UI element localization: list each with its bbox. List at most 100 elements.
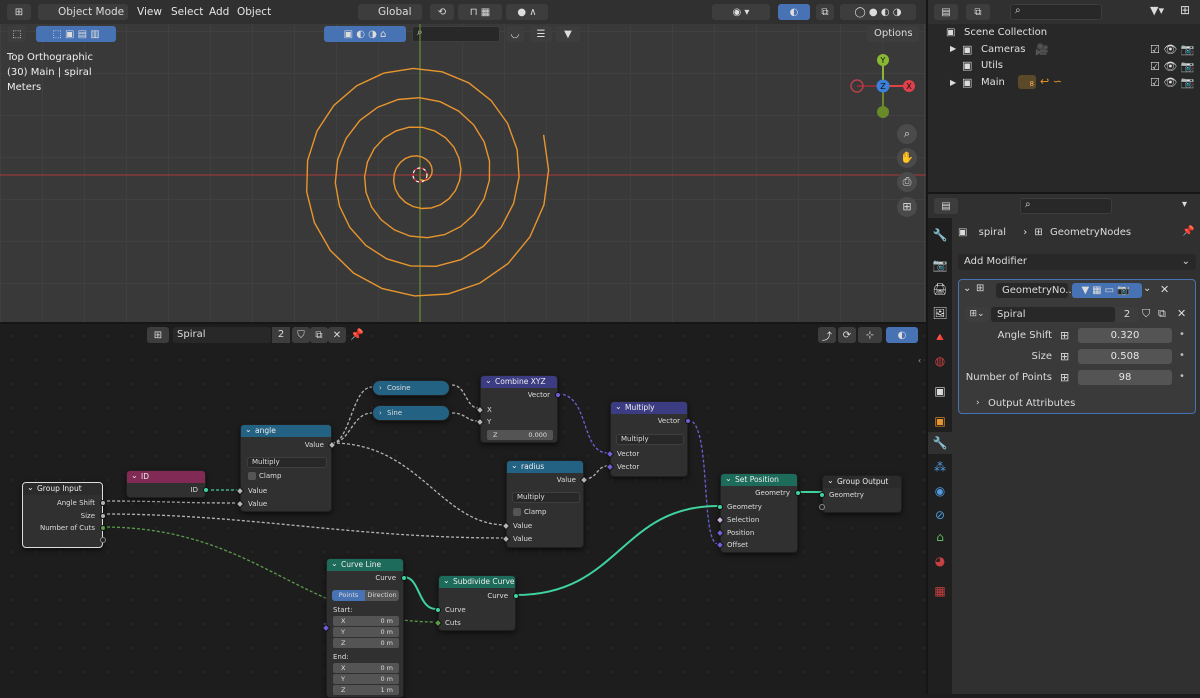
id-node[interactable]: ID ID: [126, 470, 209, 498]
navigation-gizmo[interactable]: Y Z X: [846, 50, 920, 122]
subdivide-curve-node[interactable]: Subdivide Curve Curve Curve Cuts: [433, 575, 519, 631]
outliner-item-utils[interactable]: Utils: [981, 60, 1003, 71]
node-group-users-field[interactable]: 2: [1116, 307, 1138, 322]
collection-tab-icon[interactable]: ▣: [931, 382, 949, 400]
socket[interactable]: [819, 492, 825, 498]
attribute-toggle-icon[interactable]: ⊞: [1060, 329, 1069, 342]
combine-xyz-node[interactable]: Combine XYZ Vector X Y Z 0.000: [475, 375, 561, 443]
properties-search-input[interactable]: ⌕: [1020, 198, 1112, 214]
viewport-visibility-icon[interactable]: ◉ ▾: [712, 4, 770, 20]
object-tab-icon[interactable]: ▣: [931, 412, 949, 430]
node-group-select[interactable]: ⊞⌄: [965, 307, 989, 322]
menu-object[interactable]: Object: [237, 6, 271, 18]
world-tab-icon[interactable]: ◍: [931, 352, 949, 370]
expand-arrow-icon[interactable]: ▶: [950, 44, 956, 53]
socket[interactable]: [100, 513, 106, 519]
modifier-toggle-buttons[interactable]: ▼▦▭📷: [1072, 283, 1142, 298]
curve-line-mode-points[interactable]: Points: [332, 590, 365, 601]
constraints-tab-icon[interactable]: ⊘: [931, 506, 949, 524]
modifier-wrench-icon[interactable]: 🔧: [931, 434, 949, 452]
size-field[interactable]: 0.508: [1078, 349, 1172, 364]
radius-operation-select[interactable]: Multiply: [512, 492, 580, 503]
physics-tab-icon[interactable]: ◉: [931, 482, 949, 500]
camera-view-icon[interactable]: ⎙: [897, 172, 917, 192]
expand-arrow-icon[interactable]: ›: [976, 398, 980, 408]
modifier-menu-icon[interactable]: ⌄: [1143, 283, 1151, 294]
transform-orientation-select[interactable]: Global: [358, 4, 422, 20]
remove-modifier-icon[interactable]: ✕: [1160, 283, 1169, 296]
collapse-chevron-icon[interactable]: ⌄: [963, 283, 971, 294]
end-x-field[interactable]: X 0 m: [333, 663, 399, 673]
scene-tab-icon[interactable]: 🔺: [931, 328, 949, 346]
pivot-icon[interactable]: ⟲: [430, 4, 454, 20]
mode-select[interactable]: Object Mode: [38, 4, 128, 20]
keyframe-dot-icon[interactable]: •: [1179, 350, 1185, 361]
attribute-toggle-icon[interactable]: ⊞: [1060, 371, 1069, 384]
keyframe-dot-icon[interactable]: •: [1179, 329, 1185, 340]
unlink-group-icon[interactable]: ✕: [1177, 307, 1186, 320]
angle-operation-select[interactable]: Multiply: [247, 457, 327, 468]
material-tab-icon[interactable]: ◕: [931, 552, 949, 570]
set-position-node[interactable]: Set Position Geometry Geometry Selection…: [715, 473, 801, 553]
zoom-icon[interactable]: ⌕: [897, 124, 917, 144]
menu-view[interactable]: View: [137, 6, 162, 18]
radius-clamp-checkbox[interactable]: [513, 508, 521, 516]
multiply-operation-select[interactable]: Multiply: [616, 434, 684, 445]
exclude-checkbox[interactable]: ☑ 👁 📷: [1150, 42, 1198, 59]
render-tab-icon[interactable]: 📷: [931, 256, 949, 274]
exclude-checkbox[interactable]: ☑ 👁 📷: [1150, 75, 1198, 92]
outliner-search-input[interactable]: ⌕: [1010, 4, 1102, 20]
view-layer-tab-icon[interactable]: 🖼: [931, 304, 949, 322]
cosine-node[interactable]: Cosine ›: [372, 380, 450, 396]
snap-icon[interactable]: ⊓ ▦: [458, 4, 502, 20]
display-mode-icon[interactable]: ⧉: [966, 4, 990, 20]
end-y-field[interactable]: Y 0 m: [333, 674, 399, 684]
socket[interactable]: [819, 504, 825, 510]
node-group-field[interactable]: Spiral: [991, 307, 1115, 322]
output-tab-icon[interactable]: 🖨: [931, 280, 949, 298]
curve-line-mode-direction[interactable]: Direction: [365, 590, 399, 601]
socket[interactable]: [435, 607, 441, 613]
angle-shift-field[interactable]: 0.320: [1078, 328, 1172, 343]
socket[interactable]: [100, 525, 106, 531]
expand-arrow-icon[interactable]: ▶: [950, 78, 956, 87]
output-attributes-subpanel[interactable]: Output Attributes: [988, 398, 1075, 409]
radius-math-node[interactable]: radius Value Multiply Clamp Value Value: [501, 460, 589, 548]
properties-editor-icon[interactable]: ▤: [934, 198, 958, 214]
particles-tab-icon[interactable]: ⁂: [931, 458, 949, 476]
properties-options-icon[interactable]: ▾: [1182, 199, 1187, 210]
data-tab-icon[interactable]: ⌂: [931, 528, 949, 546]
pan-hand-icon[interactable]: ✋: [897, 148, 917, 168]
proportional-edit-icon[interactable]: ● ∧: [506, 4, 548, 20]
ortho-grid-icon[interactable]: ⊞: [897, 197, 917, 217]
outliner-filter-icon[interactable]: ▼▾: [1150, 4, 1164, 17]
socket[interactable]: [401, 575, 407, 581]
vector-multiply-node[interactable]: Multiply Vector Multiply Vector Vector: [605, 401, 691, 477]
socket[interactable]: [513, 593, 519, 599]
menu-add[interactable]: Add: [209, 6, 229, 18]
attribute-toggle-icon[interactable]: ⊞: [1060, 350, 1069, 363]
angle-math-node[interactable]: angle Value Multiply Clamp Value Value: [235, 424, 337, 512]
group-input-node[interactable]: Group Input Angle Shift Size Number of C…: [22, 482, 106, 548]
socket[interactable]: [100, 537, 106, 543]
start-x-field[interactable]: X 0 m: [333, 616, 399, 626]
outliner-item-cameras[interactable]: Cameras: [981, 44, 1025, 55]
outliner-item-main[interactable]: Main: [981, 77, 1005, 88]
fake-user-icon[interactable]: ⛉: [1142, 307, 1150, 321]
new-collection-icon[interactable]: ⊞: [1180, 3, 1190, 17]
texture-tab-icon[interactable]: ▦: [931, 582, 949, 600]
menu-select[interactable]: Select: [171, 6, 203, 18]
xray-icon[interactable]: ⧉: [816, 4, 834, 20]
tool-tab-icon[interactable]: 🔧: [931, 226, 949, 244]
sine-node[interactable]: Sine ›: [372, 405, 450, 421]
socket[interactable]: [555, 392, 561, 398]
shading-solid-icon[interactable]: ◯ ● ◐ ◑: [840, 4, 916, 20]
editor-type-button[interactable]: ⊞: [7, 4, 31, 20]
overlays-icon[interactable]: ◐: [778, 4, 810, 20]
start-y-field[interactable]: Y 0 m: [333, 627, 399, 637]
add-modifier-button[interactable]: Add Modifier ⌄: [958, 254, 1196, 270]
socket[interactable]: [717, 504, 723, 510]
socket[interactable]: [100, 500, 106, 506]
angle-clamp-checkbox[interactable]: [248, 472, 256, 480]
curve-line-node[interactable]: Curve Line Curve Points Direction Start:…: [321, 558, 407, 698]
